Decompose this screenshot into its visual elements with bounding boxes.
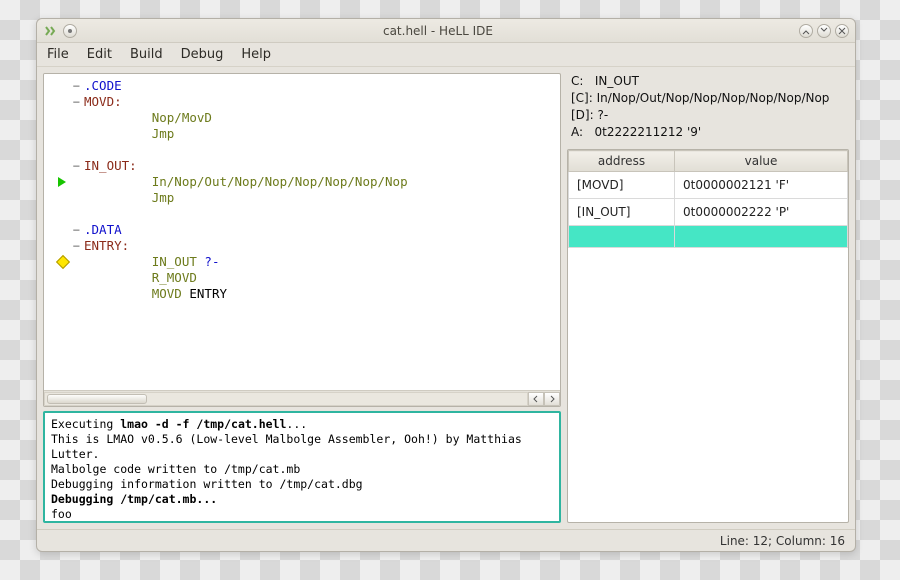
cursor-position: Line: 12; Column: 16 bbox=[720, 534, 845, 548]
register-panel: C: IN_OUT [C]: In/Nop/Out/Nop/Nop/Nop/No… bbox=[567, 73, 849, 145]
close-button[interactable] bbox=[835, 24, 849, 38]
execution-pointer-icon bbox=[58, 177, 66, 187]
memory-table[interactable]: address value [MOVD] 0t0000002121 'F' [I… bbox=[567, 149, 849, 523]
cell-value: 0t0000002222 'P' bbox=[675, 199, 848, 226]
horizontal-scrollbar[interactable] bbox=[44, 390, 560, 406]
reg-label-c-deref: [C]: bbox=[571, 91, 593, 105]
code-token: ?- bbox=[204, 254, 219, 269]
menu-edit[interactable]: Edit bbox=[87, 47, 112, 62]
workarea: − − − − − .CODE MOVD: Nop/MovD Jmp IN_OU… bbox=[37, 67, 855, 529]
table-row-selected[interactable] bbox=[569, 226, 848, 248]
cell-address: [IN_OUT] bbox=[569, 199, 675, 226]
reg-value-d-deref: ?- bbox=[597, 108, 608, 122]
code-token: IN_OUT: bbox=[84, 158, 137, 173]
console-text: foo bbox=[51, 507, 72, 521]
console-text: Debugging bbox=[51, 492, 120, 506]
fold-icon[interactable]: − bbox=[73, 79, 80, 93]
code-token: R_MOVD bbox=[152, 270, 197, 285]
code-token: .CODE bbox=[84, 78, 122, 93]
menubar: File Edit Build Debug Help bbox=[37, 43, 855, 67]
code-editor[interactable]: − − − − − .CODE MOVD: Nop/MovD Jmp IN_OU… bbox=[43, 73, 561, 407]
code-token: Jmp bbox=[152, 190, 175, 205]
console-text: lmao -d -f /tmp/cat.hell bbox=[120, 417, 286, 431]
code-token: ENTRY bbox=[182, 286, 227, 301]
reg-label-d-deref: [D]: bbox=[571, 108, 594, 122]
code-token: .DATA bbox=[84, 222, 122, 237]
menu-build[interactable]: Build bbox=[130, 47, 163, 62]
code-token: Nop/MovD bbox=[152, 110, 212, 125]
titlebar[interactable]: cat.hell - HeLL IDE bbox=[37, 19, 855, 43]
reg-value-c-deref: In/Nop/Out/Nop/Nop/Nop/Nop/Nop/Nop bbox=[597, 91, 830, 105]
fold-icon[interactable]: − bbox=[73, 223, 80, 237]
console-text: /tmp/cat.mb bbox=[120, 492, 196, 506]
menu-debug[interactable]: Debug bbox=[181, 47, 224, 62]
reg-value-c: IN_OUT bbox=[595, 74, 639, 88]
left-column: − − − − − .CODE MOVD: Nop/MovD Jmp IN_OU… bbox=[43, 73, 561, 523]
console-text: ... bbox=[196, 492, 217, 506]
console-text: Debugging information written to /tmp/ca… bbox=[51, 477, 363, 491]
right-column: C: IN_OUT [C]: In/Nop/Out/Nop/Nop/Nop/No… bbox=[567, 73, 849, 523]
reg-value-a: 0t2222211212 '9' bbox=[595, 125, 702, 139]
menu-help[interactable]: Help bbox=[241, 47, 271, 62]
col-header-value[interactable]: value bbox=[675, 151, 848, 172]
breakpoint-icon[interactable] bbox=[56, 255, 70, 269]
cell-address: [MOVD] bbox=[569, 172, 675, 199]
table-row[interactable]: [MOVD] 0t0000002121 'F' bbox=[569, 172, 848, 199]
code-token: MOVD: bbox=[84, 94, 122, 109]
console-text: Executing bbox=[51, 417, 120, 431]
output-console[interactable]: Executing lmao -d -f /tmp/cat.hell... Th… bbox=[43, 411, 561, 523]
window-title: cat.hell - HeLL IDE bbox=[83, 24, 793, 38]
app-icon bbox=[43, 24, 57, 38]
scrollbar-track[interactable] bbox=[44, 392, 528, 406]
code-token: IN_OUT bbox=[152, 254, 205, 269]
statusbar: Line: 12; Column: 16 bbox=[37, 529, 855, 551]
code-token: ENTRY: bbox=[84, 238, 129, 253]
reg-label-a: A: bbox=[571, 125, 583, 139]
fold-icon[interactable]: − bbox=[73, 95, 80, 109]
code-text[interactable]: .CODE MOVD: Nop/MovD Jmp IN_OUT: In/Nop/… bbox=[84, 74, 560, 390]
maximize-button[interactable] bbox=[817, 24, 831, 38]
app-window: cat.hell - HeLL IDE File Edit Build Debu… bbox=[36, 18, 856, 552]
console-text: ... bbox=[286, 417, 307, 431]
code-token: In/Nop/Out/Nop/Nop/Nop/Nop/Nop/Nop bbox=[152, 174, 408, 189]
code-token: MOVD bbox=[152, 286, 182, 301]
scroll-left-button[interactable] bbox=[528, 392, 544, 406]
fold-icon[interactable]: − bbox=[73, 159, 80, 173]
window-menu-button[interactable] bbox=[63, 24, 77, 38]
editor-gutter: − − − − − bbox=[44, 74, 84, 390]
col-header-address[interactable]: address bbox=[569, 151, 675, 172]
minimize-button[interactable] bbox=[799, 24, 813, 38]
fold-icon[interactable]: − bbox=[73, 239, 80, 253]
reg-label-c: C: bbox=[571, 74, 583, 88]
console-text: Malbolge code written to /tmp/cat.mb bbox=[51, 462, 300, 476]
menu-file[interactable]: File bbox=[47, 47, 69, 62]
code-token: Jmp bbox=[152, 126, 175, 141]
table-row[interactable]: [IN_OUT] 0t0000002222 'P' bbox=[569, 199, 848, 226]
scroll-right-button[interactable] bbox=[544, 392, 560, 406]
scrollbar-thumb[interactable] bbox=[47, 394, 147, 404]
console-text: This is LMAO v0.5.6 (Low-level Malbolge … bbox=[51, 432, 522, 461]
cell-value: 0t0000002121 'F' bbox=[675, 172, 848, 199]
